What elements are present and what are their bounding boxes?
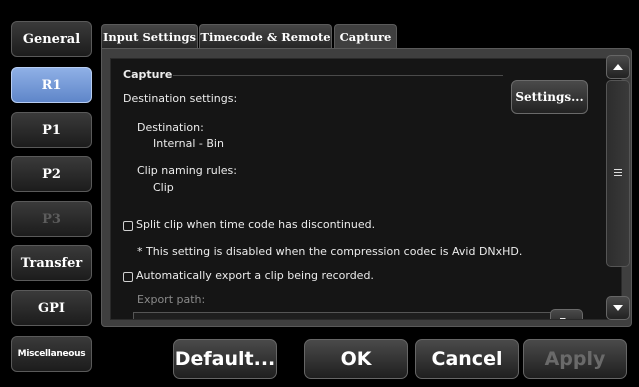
sidebar-item-p1[interactable]: P1 (11, 112, 92, 148)
clip-naming-value: Clip (153, 181, 174, 194)
auto-export-checkbox[interactable] (123, 272, 133, 282)
down-arrow-icon (613, 305, 623, 311)
export-path-input (133, 312, 555, 319)
tab-input-settings[interactable]: Input Settings (101, 24, 198, 48)
group-divider (173, 75, 503, 76)
export-browse-button (550, 309, 583, 319)
destination-value: Internal - Bin (153, 137, 224, 150)
sidebar-item-p3: P3 (11, 201, 92, 237)
sidebar-item-miscellaneous[interactable]: Miscellaneous (11, 336, 92, 372)
destination-label: Destination: (137, 121, 204, 134)
scroll-down-button[interactable] (606, 296, 630, 320)
sidebar-item-r1[interactable]: R1 (11, 67, 92, 103)
grip-icon[interactable] (614, 167, 622, 178)
folder-icon (560, 318, 566, 319)
sidebar-item-p2[interactable]: P2 (11, 156, 92, 192)
export-path-label: Export path: (137, 293, 206, 306)
sidebar-item-general[interactable]: General (11, 21, 92, 57)
default-button[interactable]: Default... (173, 339, 277, 379)
capture-group-title: Capture (123, 68, 173, 81)
capture-content: Capture Destination settings: Settings..… (110, 58, 622, 320)
dnxhd-note: * This setting is disabled when the comp… (137, 245, 523, 258)
sidebar-item-gpi[interactable]: GPI (11, 290, 92, 326)
sidebar-item-transfer[interactable]: Transfer (11, 245, 92, 281)
apply-button: Apply (523, 339, 627, 379)
up-arrow-icon (613, 64, 623, 70)
split-clip-label[interactable]: Split clip when time code has discontinu… (136, 218, 375, 231)
ok-button[interactable]: OK (304, 339, 408, 379)
tab-capture[interactable]: Capture (334, 24, 397, 49)
destination-settings-label: Destination settings: (123, 92, 238, 105)
auto-export-label[interactable]: Automatically export a clip being record… (136, 269, 374, 282)
scrollbar-track[interactable] (606, 80, 630, 267)
scroll-up-button[interactable] (606, 55, 630, 79)
cancel-button[interactable]: Cancel (415, 339, 519, 379)
split-clip-checkbox[interactable] (123, 221, 133, 231)
settings-button[interactable]: Settings... (511, 80, 588, 114)
tab-timecode-remote[interactable]: Timecode & Remote (199, 24, 332, 48)
clip-naming-label: Clip naming rules: (137, 164, 237, 177)
